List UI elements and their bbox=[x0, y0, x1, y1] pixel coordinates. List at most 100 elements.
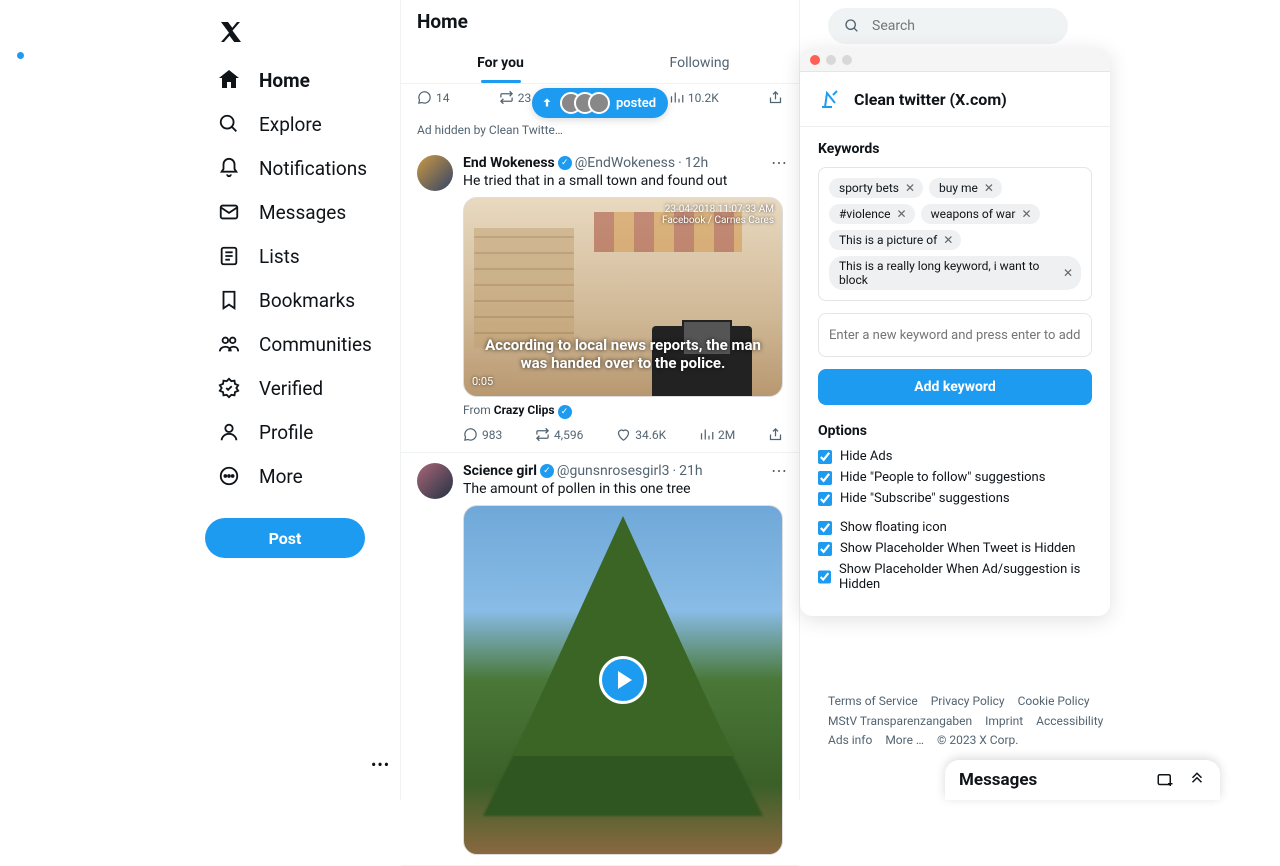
sidebar-item-more[interactable]: More bbox=[205, 454, 400, 498]
verified-badge-icon: ✓ bbox=[540, 464, 554, 478]
remove-keyword-icon[interactable]: ✕ bbox=[984, 181, 994, 195]
keywords-box: sporty bets✕ buy me✕ #violence✕ weapons … bbox=[818, 167, 1092, 301]
tweet-media[interactable] bbox=[463, 505, 783, 855]
tweet-author-name[interactable]: Science girl bbox=[463, 463, 537, 479]
remove-keyword-icon[interactable]: ✕ bbox=[943, 233, 953, 247]
footer-link[interactable]: Ads info bbox=[828, 733, 872, 747]
right-column: Clean twitter (X.com) Keywords sporty be… bbox=[800, 0, 1280, 800]
footer-link[interactable]: Cookie Policy bbox=[1018, 694, 1090, 708]
play-icon[interactable] bbox=[599, 656, 647, 704]
footer-link[interactable]: MStV Transparenzangaben bbox=[828, 714, 972, 728]
verified-icon bbox=[217, 376, 241, 400]
media-from-label[interactable]: From Crazy Clips ✓ bbox=[463, 403, 783, 419]
tweet-media[interactable]: 23-04-2018 11:07:33 AM Facebook / Carnes… bbox=[463, 197, 783, 397]
remove-keyword-icon[interactable]: ✕ bbox=[1063, 266, 1073, 280]
keywords-section-title: Keywords bbox=[818, 141, 1092, 157]
close-dot-icon[interactable] bbox=[810, 55, 820, 65]
pill-label: posted bbox=[616, 96, 656, 111]
extension-panel: Clean twitter (X.com) Keywords sporty be… bbox=[800, 48, 1110, 616]
keyword-chip[interactable]: This is a picture of✕ bbox=[829, 230, 961, 250]
pill-avatars bbox=[560, 92, 610, 114]
messages-dock-title: Messages bbox=[959, 770, 1037, 790]
footer-link[interactable]: Imprint bbox=[985, 714, 1023, 728]
repost-count[interactable]: 4,596 bbox=[535, 427, 583, 442]
search-input[interactable] bbox=[872, 18, 1052, 34]
sidebar-item-profile[interactable]: Profile bbox=[205, 410, 400, 454]
maximize-dot-icon[interactable] bbox=[842, 55, 852, 65]
more-icon bbox=[217, 464, 241, 488]
tweet-more-icon[interactable]: ⋯ bbox=[771, 461, 787, 480]
remove-keyword-icon[interactable]: ✕ bbox=[905, 181, 915, 195]
sidebar-item-lists[interactable]: Lists bbox=[205, 234, 400, 278]
sidebar-item-messages[interactable]: Messages bbox=[205, 190, 400, 234]
avatar[interactable] bbox=[417, 155, 453, 191]
tweet-timestamp[interactable]: 12h bbox=[685, 155, 708, 171]
extension-logo-icon bbox=[818, 86, 844, 112]
tweet[interactable]: ⋯ Science girl ✓ @gunsnrosesgirl3 · 21h … bbox=[401, 453, 799, 866]
like-count[interactable]: 34.6K bbox=[616, 427, 666, 442]
tab-for-you[interactable]: For you bbox=[401, 43, 600, 83]
video-duration: 0:05 bbox=[472, 375, 493, 388]
search-box[interactable] bbox=[828, 8, 1068, 44]
add-keyword-button[interactable]: Add keyword bbox=[818, 369, 1092, 405]
new-posts-pill[interactable]: posted bbox=[532, 88, 668, 118]
search-icon bbox=[217, 112, 241, 136]
sidebar-item-bookmarks[interactable]: Bookmarks bbox=[205, 278, 400, 322]
tweet-author-handle[interactable]: @gunsnrosesgirl3 bbox=[557, 463, 670, 479]
sidebar-item-communities[interactable]: Communities bbox=[205, 322, 400, 366]
share-icon[interactable] bbox=[768, 427, 783, 442]
remove-keyword-icon[interactable]: ✕ bbox=[897, 207, 907, 221]
sidebar-item-label: More bbox=[259, 465, 303, 488]
sidebar-item-label: Lists bbox=[259, 245, 300, 268]
tweet-timestamp[interactable]: 21h bbox=[679, 463, 702, 479]
keyword-input[interactable] bbox=[818, 313, 1092, 357]
sidebar-item-home[interactable]: Home bbox=[205, 58, 400, 102]
sidebar-item-verified[interactable]: Verified bbox=[205, 366, 400, 410]
keyword-chip[interactable]: buy me✕ bbox=[929, 178, 1002, 198]
sidebar-item-explore[interactable]: Explore bbox=[205, 102, 400, 146]
reply-count[interactable]: 14 bbox=[417, 90, 450, 105]
post-button[interactable]: Post bbox=[205, 518, 365, 558]
sidebar-item-label: Verified bbox=[259, 377, 323, 400]
footer-link[interactable]: More … bbox=[885, 733, 924, 747]
new-message-icon[interactable] bbox=[1156, 771, 1174, 789]
footer-link[interactable]: Terms of Service bbox=[828, 694, 918, 708]
tweet-more-icon[interactable]: ⋯ bbox=[771, 153, 787, 172]
timeline-more-icon[interactable]: ••• bbox=[371, 755, 390, 774]
people-icon bbox=[217, 332, 241, 356]
footer-link[interactable]: Privacy Policy bbox=[931, 694, 1005, 708]
avatar[interactable] bbox=[417, 463, 453, 499]
video-overlay-timestamp: 23-04-2018 11:07:33 AM Facebook / Carnes… bbox=[662, 204, 774, 226]
keyword-chip[interactable]: weapons of war✕ bbox=[921, 204, 1040, 224]
tweet-author-name[interactable]: End Wokeness bbox=[463, 155, 555, 171]
keyword-chip[interactable]: #violence✕ bbox=[829, 204, 915, 224]
messages-dock[interactable]: Messages bbox=[945, 760, 1220, 800]
sidebar-item-label: Bookmarks bbox=[259, 289, 355, 312]
verified-badge-icon: ✓ bbox=[558, 405, 572, 419]
expand-caret-icon[interactable] bbox=[1188, 771, 1206, 789]
keyword-chip[interactable]: sporty bets✕ bbox=[829, 178, 923, 198]
option-hide-people[interactable]: Hide "People to follow" suggestions bbox=[818, 470, 1092, 485]
sidebar-item-notifications[interactable]: Notifications bbox=[205, 146, 400, 190]
option-placeholder-tweet[interactable]: Show Placeholder When Tweet is Hidden bbox=[818, 541, 1092, 556]
option-placeholder-ad[interactable]: Show Placeholder When Ad/suggestion is H… bbox=[818, 562, 1092, 592]
option-hide-subscribe[interactable]: Hide "Subscribe" suggestions bbox=[818, 491, 1092, 506]
view-count[interactable]: 2M bbox=[699, 427, 735, 442]
footer-links: Terms of Service Privacy Policy Cookie P… bbox=[828, 692, 1220, 750]
tab-following[interactable]: Following bbox=[600, 43, 799, 83]
minimize-dot-icon[interactable] bbox=[826, 55, 836, 65]
tweet[interactable]: ⋯ End Wokeness ✓ @EndWokeness · 12h He t… bbox=[401, 145, 799, 453]
option-floating-icon[interactable]: Show floating icon bbox=[818, 520, 1092, 535]
page-title: Home bbox=[401, 0, 799, 43]
repost-count[interactable]: 23 bbox=[499, 90, 532, 105]
home-icon bbox=[217, 68, 241, 92]
keyword-chip[interactable]: This is a really long keyword, i want to… bbox=[829, 256, 1081, 290]
x-logo[interactable] bbox=[217, 18, 245, 46]
reply-count[interactable]: 983 bbox=[463, 427, 502, 442]
remove-keyword-icon[interactable]: ✕ bbox=[1021, 207, 1031, 221]
option-hide-ads[interactable]: Hide Ads bbox=[818, 449, 1092, 464]
share-icon[interactable] bbox=[768, 90, 783, 105]
view-count[interactable]: 10.2K bbox=[669, 90, 719, 105]
tweet-author-handle[interactable]: @EndWokeness bbox=[575, 155, 675, 171]
footer-link[interactable]: Accessibility bbox=[1036, 714, 1103, 728]
